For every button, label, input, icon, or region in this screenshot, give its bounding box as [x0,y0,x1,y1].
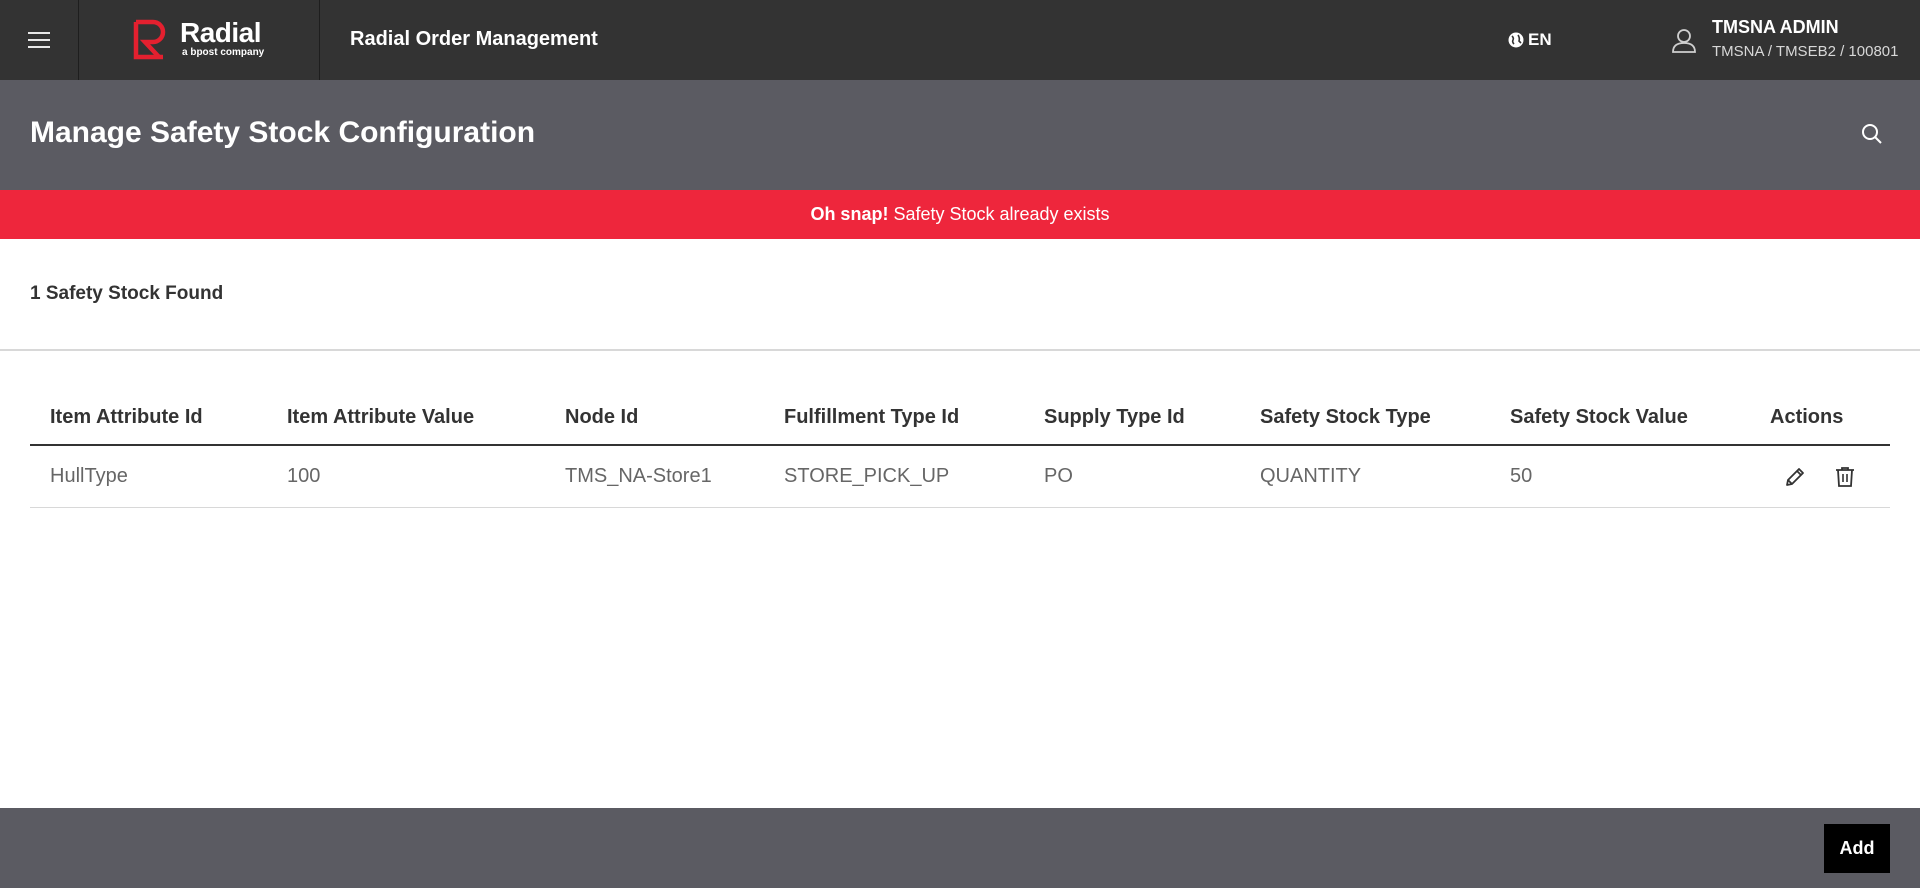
column-header-node-id: Node Id [565,405,639,428]
brand-tagline: a bpost company [182,47,265,58]
cell-fulfillment-type-id: STORE_PICK_UP [784,465,950,487]
edit-icon[interactable] [1783,465,1807,489]
alert-title: Oh snap! [810,204,889,224]
trash-icon[interactable] [1833,465,1857,489]
column-header-actions: Actions [1770,405,1844,428]
radial-logo-icon [133,19,166,60]
cell-supply-type-id: PO [1044,465,1073,487]
page-header: Manage Safety Stock Configuration [0,80,1920,190]
search-icon[interactable] [1860,122,1884,146]
alert-message: Safety Stock already exists [893,204,1110,224]
column-header-item-attribute-id: Item Attribute Id [50,405,203,428]
column-header-fulfillment-type-id: Fulfillment Type Id [784,405,960,428]
safety-stock-table: Item Attribute Id Item Attribute Value N… [30,390,1890,508]
brand-name: Radial [180,17,262,48]
cell-node-id: TMS_NA-Store1 [565,465,712,487]
footer-bar: Add [0,808,1920,888]
add-button[interactable]: Add [1824,824,1890,873]
section-divider [0,349,1920,351]
column-header-item-attribute-value: Item Attribute Value [287,405,475,428]
brand-logo[interactable]: Radial a bpost company [80,0,320,80]
cell-item-attribute-value: 100 [287,465,321,487]
language-selector[interactable]: EN [1508,30,1552,50]
user-name: TMSNA ADMIN [1712,17,1839,37]
hamburger-icon [28,32,50,48]
user-icon[interactable] [1670,26,1698,54]
user-organization: TMSNA / TMSEB2 / 100801 [1712,43,1899,60]
result-count: 1 Safety Stock Found [30,283,224,304]
app-title: Radial Order Management [350,28,598,50]
cell-safety-stock-type: QUANTITY [1260,465,1362,487]
cell-item-attribute-id: HullType [50,465,128,487]
page-title: Manage Safety Stock Configuration [30,116,536,149]
column-header-safety-stock-type: Safety Stock Type [1260,405,1431,428]
table-row: HullType 100 TMS_NA-Store1 STORE_PICK_UP… [30,446,1890,508]
error-alert: Oh snap! Safety Stock already exists [0,190,1920,239]
table-header: Item Attribute Id Item Attribute Value N… [30,390,1890,446]
top-navigation-bar: Radial a bpost company Radial Order Mana… [0,0,1920,80]
language-label: EN [1528,30,1552,49]
menu-button[interactable] [0,0,79,80]
column-header-safety-stock-value: Safety Stock Value [1510,405,1688,428]
cell-safety-stock-value: 50 [1510,465,1533,487]
globe-icon [1508,32,1524,48]
column-header-supply-type-id: Supply Type Id [1044,405,1185,428]
